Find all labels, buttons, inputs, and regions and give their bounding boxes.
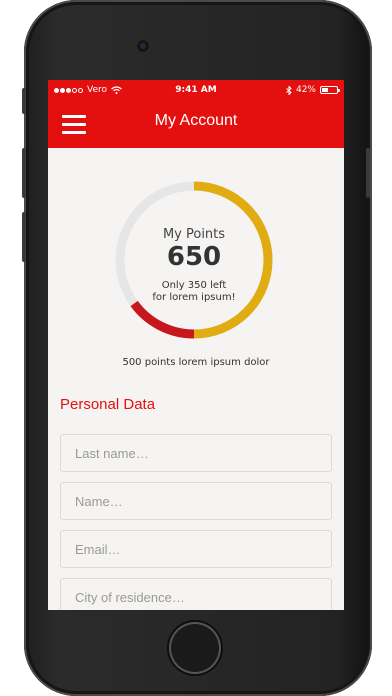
volume-down-button: [22, 212, 26, 262]
app-header: My Account: [48, 100, 344, 148]
battery-icon: [320, 86, 340, 94]
page-title: My Account: [154, 112, 238, 129]
personal-data-title: Personal Data: [60, 396, 156, 413]
power-button: [366, 148, 370, 198]
points-widget: My Points 650 Only 350 left for lorem ip…: [48, 180, 344, 340]
status-bar: Vero 9:41 AM 42%: [48, 80, 344, 100]
app-screen: Vero 9:41 AM 42% My Account My Points 65…: [48, 80, 344, 610]
points-remaining-line2: for lorem ipsum!: [152, 292, 236, 303]
points-remaining: Only 350 left for lorem ipsum!: [114, 280, 274, 304]
city-field[interactable]: [60, 578, 332, 610]
bluetooth-icon: [286, 85, 292, 95]
last-name-field[interactable]: [60, 434, 332, 472]
name-field[interactable]: [60, 482, 332, 520]
points-caption: 500 points lorem ipsum dolor: [122, 357, 270, 368]
home-button[interactable]: [169, 622, 221, 674]
front-camera: [137, 40, 149, 52]
battery-percent: 42%: [295, 85, 316, 95]
volume-up-button: [22, 148, 26, 198]
points-remaining-line1: Only 350 left: [161, 280, 227, 291]
mute-switch: [22, 88, 26, 114]
points-label: My Points: [162, 227, 226, 242]
email-field[interactable]: [60, 530, 332, 568]
points-value: 650: [166, 242, 222, 272]
